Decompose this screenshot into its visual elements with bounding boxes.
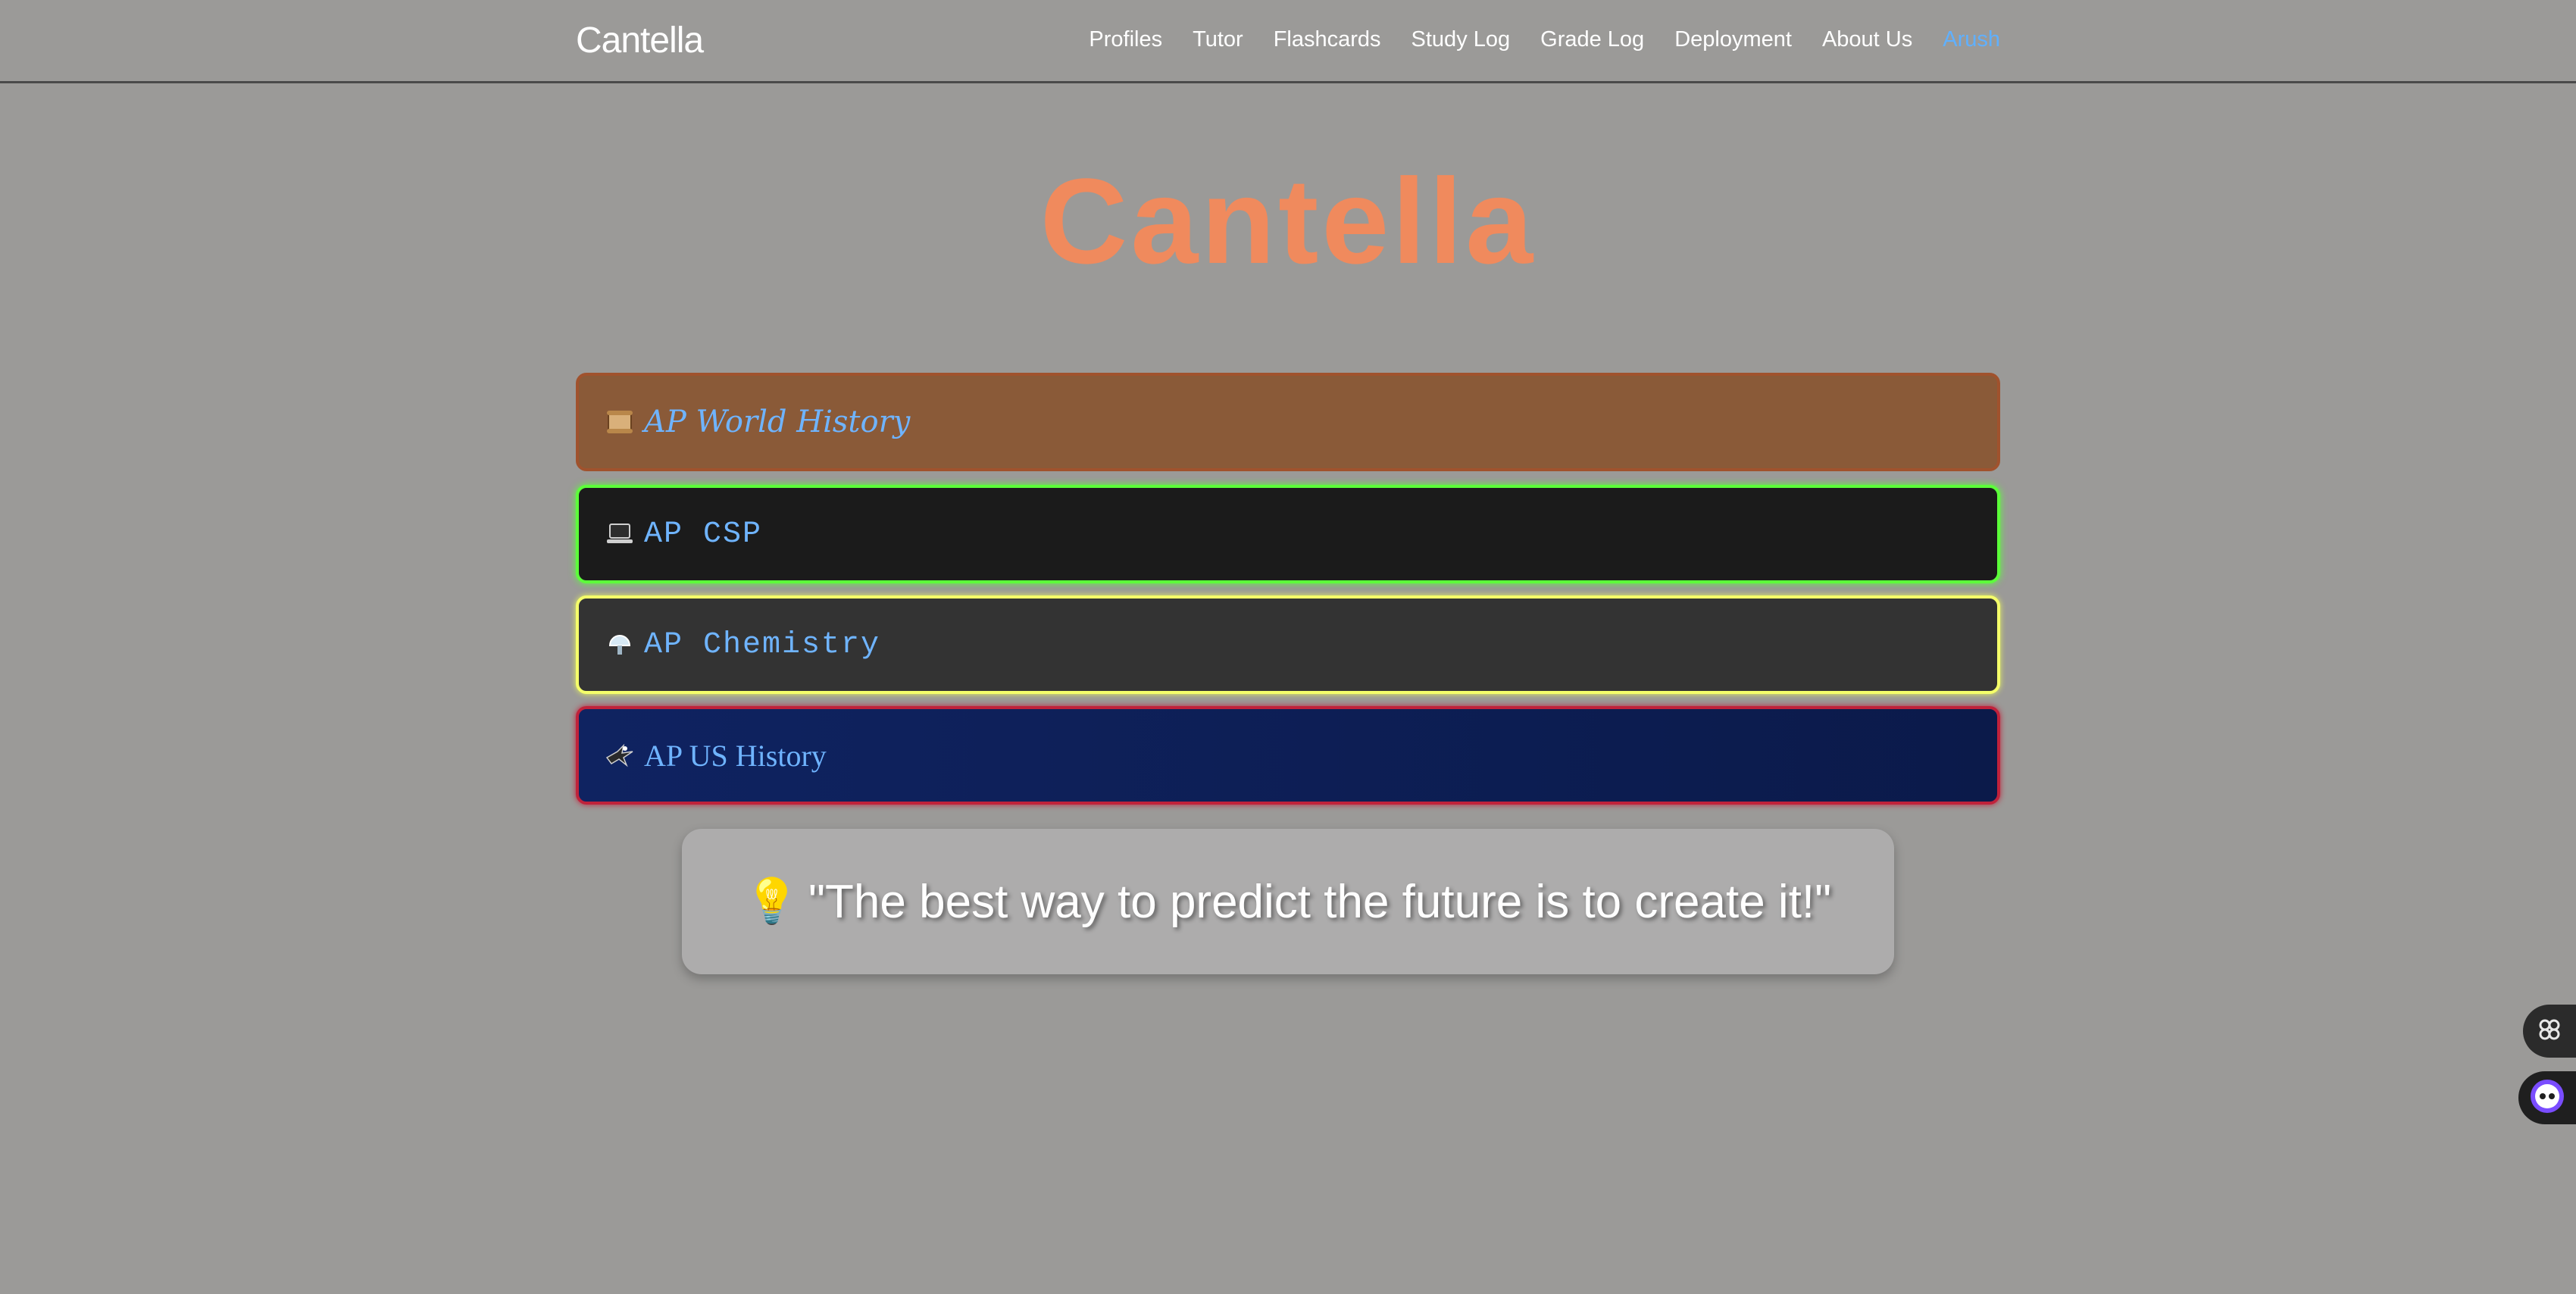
flask-icon [605, 630, 635, 660]
main-nav: Profiles Tutor Flashcards Study Log Grad… [1089, 27, 2000, 52]
nav-profiles[interactable]: Profiles [1089, 27, 1162, 52]
course-card-ap-csp[interactable]: AP CSP [576, 485, 2000, 583]
nav-study-log[interactable]: Study Log [1411, 27, 1511, 52]
course-card-ap-chemistry[interactable]: AP Chemistry [576, 595, 2000, 694]
course-label: AP CSP [644, 517, 763, 552]
nav-tutor[interactable]: Tutor [1193, 27, 1243, 52]
laptop-icon [605, 519, 635, 549]
course-label: AP Chemistry [644, 627, 881, 662]
eagle-icon [605, 740, 635, 770]
course-card-ap-us-history[interactable]: AP US History [576, 706, 2000, 805]
quote-text: "The best way to predict the future is t… [808, 875, 1832, 928]
nav-deployment[interactable]: Deployment [1674, 27, 1792, 52]
assistant-button[interactable] [2518, 1071, 2576, 1124]
nav-user-profile[interactable]: Arush [1943, 27, 2000, 52]
brand-logo[interactable]: Cantella [576, 20, 704, 61]
quote-box: 💡 "The best way to predict the future is… [682, 829, 1894, 974]
hero-title: Cantella [1039, 153, 1537, 289]
course-card-ap-world-history[interactable]: AP World History [576, 373, 2000, 471]
nav-flashcards[interactable]: Flashcards [1274, 27, 1381, 52]
course-label: AP World History [644, 405, 911, 439]
lightbulb-icon: 💡 [744, 877, 800, 926]
grid-icon [2537, 1017, 2562, 1046]
course-label: AP US History [644, 738, 827, 773]
top-navbar: Cantella Profiles Tutor Flashcards Study… [0, 0, 2576, 83]
nav-grade-log[interactable]: Grade Log [1540, 27, 1644, 52]
nav-about-us[interactable]: About Us [1822, 27, 1912, 52]
grid-button[interactable] [2523, 1005, 2576, 1058]
scroll-icon [605, 407, 635, 437]
assistant-icon [2529, 1078, 2565, 1118]
